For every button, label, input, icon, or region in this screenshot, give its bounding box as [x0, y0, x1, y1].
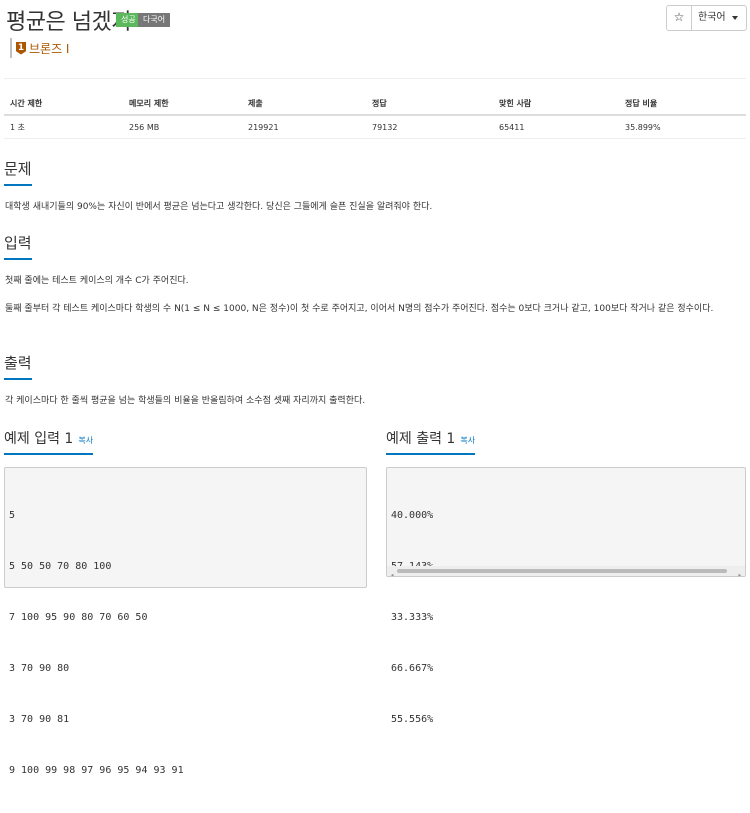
problem-info-table: 시간 제한 메모리 제한 제출 정답 맞힌 사람 정답 비율 1 초 256 M…: [4, 92, 746, 139]
section-heading: 출력: [4, 352, 32, 380]
copy-output-button[interactable]: 복사: [460, 436, 475, 445]
sample-output-heading: 예제 출력 1 복사: [386, 428, 476, 455]
table-cell: 65411: [493, 115, 619, 139]
star-button[interactable]: ☆: [667, 6, 692, 30]
page-title: 평균은 넘겠지: [6, 10, 131, 35]
table-cell: 79132: [366, 115, 493, 139]
sample-output-title: 예제 출력 1: [386, 431, 456, 447]
problem-description: 대학생 새내기들의 90%는 자신이 반에서 평균은 넘는다고 생각한다. 당신…: [5, 202, 433, 212]
sample-input-title: 예제 입력 1: [4, 431, 74, 447]
table-header: 메모리 제한: [123, 92, 242, 116]
table-cell: 219921: [242, 115, 366, 139]
language-dropdown[interactable]: 한국어: [692, 6, 746, 30]
sample-output-box[interactable]: 40.000% 57.143% 33.333% 66.667% 55.556% …: [386, 467, 746, 725]
scroll-right-icon[interactable]: ▸: [738, 567, 742, 584]
tier-label[interactable]: 1 브론즈 I: [10, 38, 69, 58]
section-heading: 문제: [4, 158, 32, 186]
table-header-row: 시간 제한 메모리 제한 제출 정답 맞힌 사람 정답 비율: [4, 92, 746, 116]
sample-input-box[interactable]: 5 5 50 50 70 80 100 7 100 95 90 80 70 60…: [4, 467, 367, 776]
table-header: 제출: [242, 92, 366, 116]
table-row: 1 초 256 MB 219921 79132 65411 35.899%: [4, 115, 746, 139]
sample-input-heading: 예제 입력 1 복사: [4, 428, 94, 455]
table-header: 정답 비율: [619, 92, 746, 116]
divider: [4, 78, 746, 79]
section-heading: 입력: [4, 232, 32, 260]
scroll-left-icon[interactable]: ◂: [390, 567, 394, 584]
horizontal-scrollbar[interactable]: ◂ ▸: [387, 566, 745, 579]
table-cell: 1 초: [4, 115, 123, 139]
input-description-1: 첫째 줄에는 테스트 케이스의 개수 C가 주어진다.: [5, 276, 189, 286]
input-description-2: 둘째 줄부터 각 테스트 케이스마다 학생의 수 N(1 ≤ N ≤ 1000,…: [5, 304, 714, 314]
sample-output-text: 40.000% 57.143% 33.333% 66.667% 55.556%: [391, 473, 433, 762]
code-line: 40.000%: [391, 510, 434, 521]
star-icon: ☆: [673, 10, 685, 24]
output-section-heading: 출력: [4, 352, 32, 380]
chevron-down-icon: [731, 16, 738, 20]
output-description: 각 케이스마다 한 줄씩 평균을 넘는 학생들의 비율을 반올림하여 소수점 셋…: [5, 396, 366, 406]
language-label: 한국어: [698, 12, 726, 23]
sample-input-text: 5 5 50 50 70 80 100 7 100 95 90 80 70 60…: [9, 473, 184, 813]
code-line: 66.667%: [391, 663, 434, 674]
scrollbar-thumb[interactable]: [397, 569, 727, 573]
code-line: 5 50 50 70 80 100: [9, 561, 112, 572]
table-header: 정답: [366, 92, 493, 116]
code-line: 55.556%: [391, 714, 434, 725]
code-line: 5: [9, 510, 16, 521]
table-cell: 256 MB: [123, 115, 242, 139]
bronze-tier-icon: 1: [16, 41, 26, 55]
toolbar: ☆ 한국어: [666, 5, 747, 31]
table-header: 맞힌 사람: [493, 92, 619, 116]
multilang-badge: 다국어: [138, 13, 171, 27]
tier-text: 브론즈 I: [29, 41, 70, 56]
code-line: 3 70 90 81: [9, 714, 70, 725]
code-line: 33.333%: [391, 612, 434, 623]
table-header: 시간 제한: [4, 92, 123, 116]
table-cell: 35.899%: [619, 115, 746, 139]
code-line: 7 100 95 90 80 70 60 50: [9, 612, 148, 623]
copy-input-button[interactable]: 복사: [78, 436, 93, 445]
code-line: 3 70 90 80: [9, 663, 70, 674]
input-section-heading: 입력: [4, 232, 32, 260]
code-line: 9 100 99 98 97 96 95 94 93 91: [9, 765, 184, 776]
problem-section-heading: 문제: [4, 158, 32, 186]
